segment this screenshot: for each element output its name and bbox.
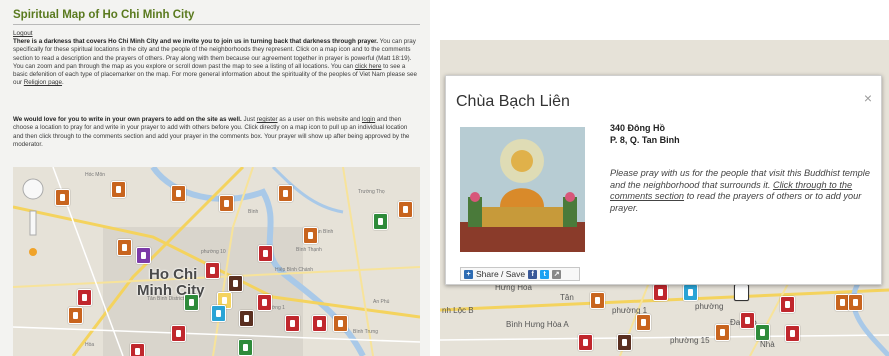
left-map[interactable]: Ho Chi Minh City Hóc Môn Tân Bình Distri… <box>13 167 420 356</box>
contribute-text: Just <box>241 116 257 123</box>
export-icon[interactable]: ↗ <box>552 269 562 279</box>
map-marker[interactable] <box>55 189 70 206</box>
map-marker[interactable] <box>111 181 126 198</box>
map-marker[interactable] <box>117 239 132 256</box>
facebook-icon[interactable]: f <box>528 269 538 279</box>
map-marker[interactable] <box>683 284 698 301</box>
map-label: nh Lộc B <box>442 306 474 315</box>
map-marker[interactable] <box>734 284 749 301</box>
map-label: Hòa <box>85 342 95 348</box>
map-marker[interactable] <box>653 284 668 301</box>
map-marker[interactable] <box>228 275 243 292</box>
map-label: phường 10 <box>201 249 226 255</box>
map-marker[interactable] <box>171 185 186 202</box>
map-marker[interactable] <box>755 324 770 341</box>
map-marker[interactable] <box>312 315 327 332</box>
prayer-text: Please pray with us for the people that … <box>610 168 870 214</box>
share-label: Share / Save <box>476 269 526 279</box>
intro-bold-text: There is a darkness that covers Ho Chi M… <box>13 38 379 45</box>
map-marker[interactable] <box>740 312 755 329</box>
intro-paragraph: There is a darkness that covers Ho Chi M… <box>13 38 417 88</box>
location-popup: Chùa Bạch Liên × 340 Đông Hồ P. 8, Q. Ta… <box>445 75 882 285</box>
map-label: Trường Thọ <box>358 189 385 195</box>
map-marker[interactable] <box>211 305 226 322</box>
map-label: Hiệp Bình Chánh <box>275 267 314 273</box>
map-marker[interactable] <box>258 245 273 262</box>
map-marker[interactable] <box>239 310 254 327</box>
map-label: phường <box>695 302 724 311</box>
map-marker[interactable] <box>715 324 730 341</box>
map-marker[interactable] <box>303 227 318 244</box>
map-marker[interactable] <box>285 315 300 332</box>
map-marker[interactable] <box>617 334 632 351</box>
map-marker[interactable] <box>205 262 220 279</box>
contribute-text-2: as a user on this website and <box>277 116 362 123</box>
map-marker[interactable] <box>136 247 151 264</box>
map-label: Bình Hưng Hòa A <box>506 320 569 329</box>
map-marker[interactable] <box>238 339 253 356</box>
map-label: Tân <box>560 293 574 302</box>
map-marker[interactable] <box>590 292 605 309</box>
login-link[interactable]: login <box>362 116 375 123</box>
address-line-2: P. 8, Q. Tan Binh <box>610 135 680 145</box>
map-marker[interactable] <box>398 201 413 218</box>
map-marker[interactable] <box>848 294 863 311</box>
contribute-bold-text: We would love for you to write in your o… <box>13 116 242 123</box>
intro-end: . <box>62 79 64 87</box>
map-marker[interactable] <box>68 307 83 324</box>
share-save-button[interactable]: + Share / Save f t ↗ <box>460 267 580 281</box>
definitions-link[interactable]: click here <box>355 63 381 70</box>
religion-page-link[interactable]: Religion page <box>24 79 62 86</box>
buddha-image <box>460 127 585 252</box>
map-marker[interactable] <box>333 315 348 332</box>
map-label: Hóc Môn <box>85 172 106 178</box>
map-marker[interactable] <box>257 294 272 311</box>
map-marker[interactable] <box>219 195 234 212</box>
map-marker[interactable] <box>636 314 651 331</box>
map-label: An Phú <box>373 299 390 305</box>
popup-title: Chùa Bạch Liên <box>456 93 570 110</box>
map-label: Bình Trưng <box>353 329 379 335</box>
map-label: phường 15 <box>670 336 710 345</box>
map-marker[interactable] <box>578 334 593 351</box>
city-label-line1: Ho Chi <box>149 266 198 283</box>
map-marker[interactable] <box>785 325 800 342</box>
map-marker[interactable] <box>77 289 92 306</box>
title-divider <box>13 24 420 25</box>
left-page-panel: Spiritual Map of Ho Chi Minh City Logout… <box>0 0 430 356</box>
logout-link[interactable]: Logout <box>13 30 33 37</box>
map-marker[interactable] <box>171 325 186 342</box>
map-marker[interactable] <box>373 213 388 230</box>
close-icon[interactable]: × <box>864 90 872 106</box>
twitter-icon[interactable]: t <box>540 269 550 279</box>
temple-photo <box>460 127 585 252</box>
map-label: Bình Thạnh <box>296 247 322 253</box>
contribute-paragraph: We would love for you to write in your o… <box>13 116 417 149</box>
register-link[interactable]: register <box>257 116 278 123</box>
map-label: Tân Bình District <box>147 296 184 302</box>
address-line-1: 340 Đông Hồ <box>610 123 666 133</box>
map-label: Nhà <box>760 340 775 349</box>
map-marker[interactable] <box>780 296 795 313</box>
map-marker[interactable] <box>184 294 199 311</box>
right-panel: Hưng Hòa Tân phường 1 Bình Hưng Hòa A ph… <box>440 0 889 356</box>
map-marker[interactable] <box>130 343 145 356</box>
share-plus-icon: + <box>464 269 473 279</box>
map-label: Bình <box>248 209 259 215</box>
map-marker[interactable] <box>278 185 293 202</box>
page-title: Spiritual Map of Ho Chi Minh City <box>13 9 195 21</box>
